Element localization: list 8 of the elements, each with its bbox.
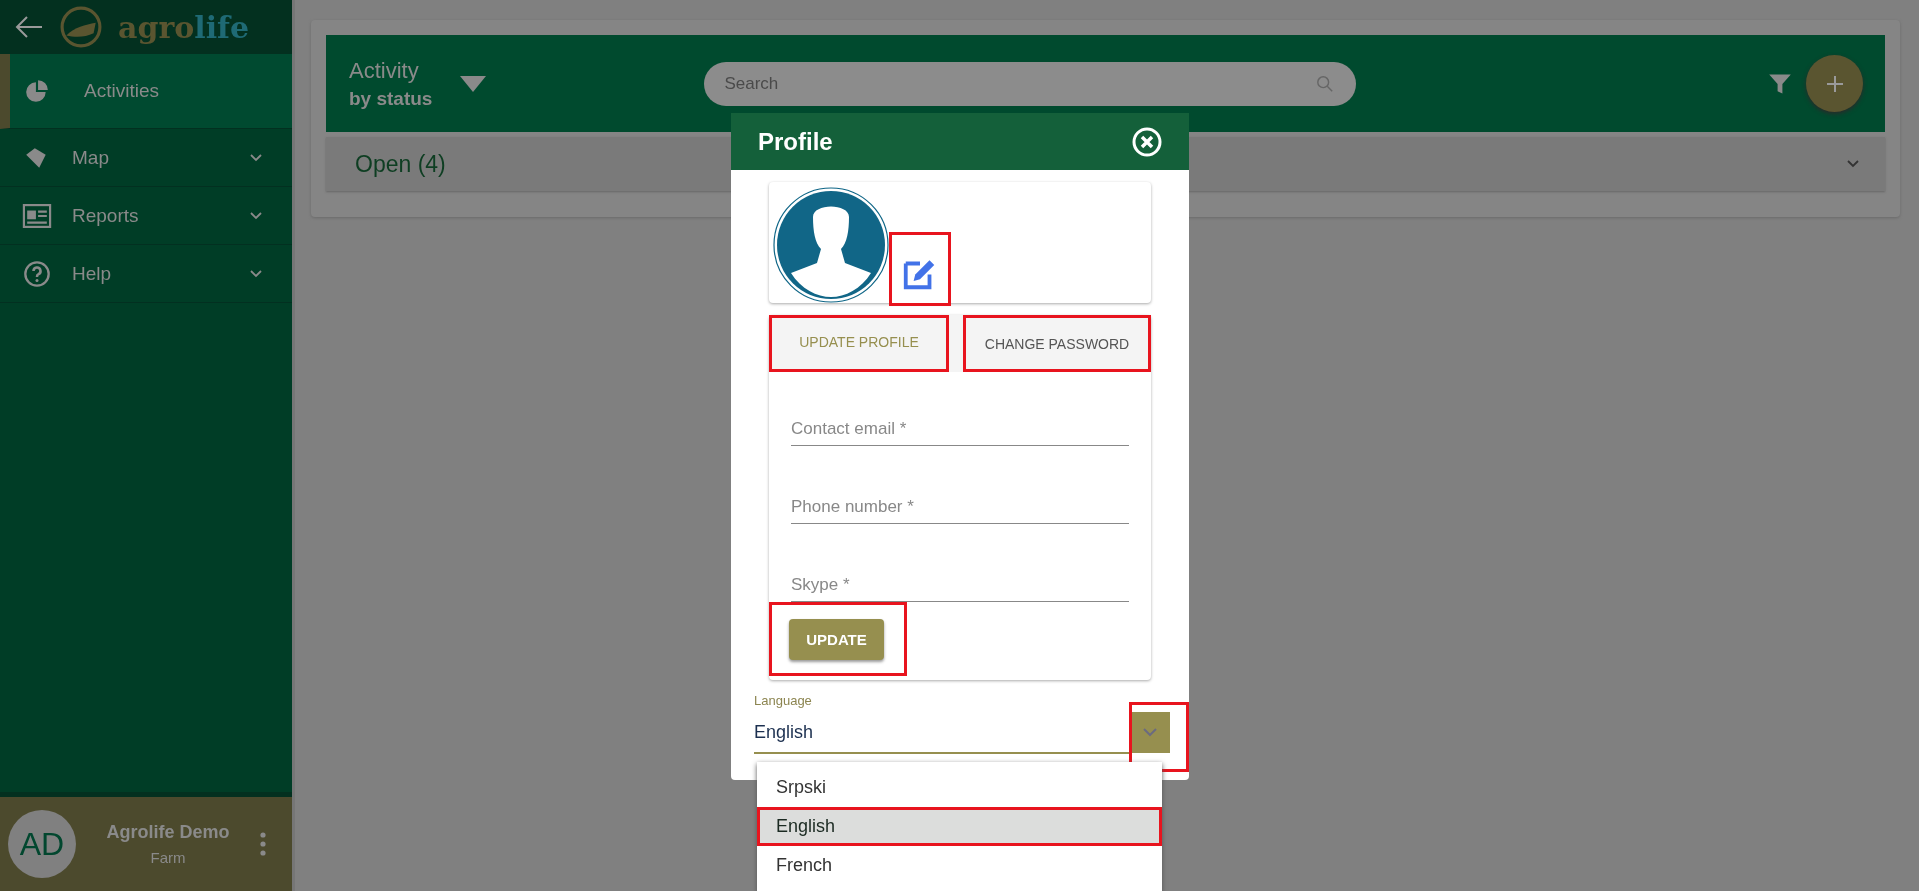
user-role: Farm [150,849,186,866]
user-name: Agrolife Demo [106,822,230,843]
dialog-title: Profile [758,127,833,156]
page-title: Activity [349,57,420,84]
logo-text: agrolife [118,9,250,45]
language-label: Language [754,693,813,708]
page-subtitle: by status [349,87,433,110]
group-label: Open (4) [355,150,446,178]
